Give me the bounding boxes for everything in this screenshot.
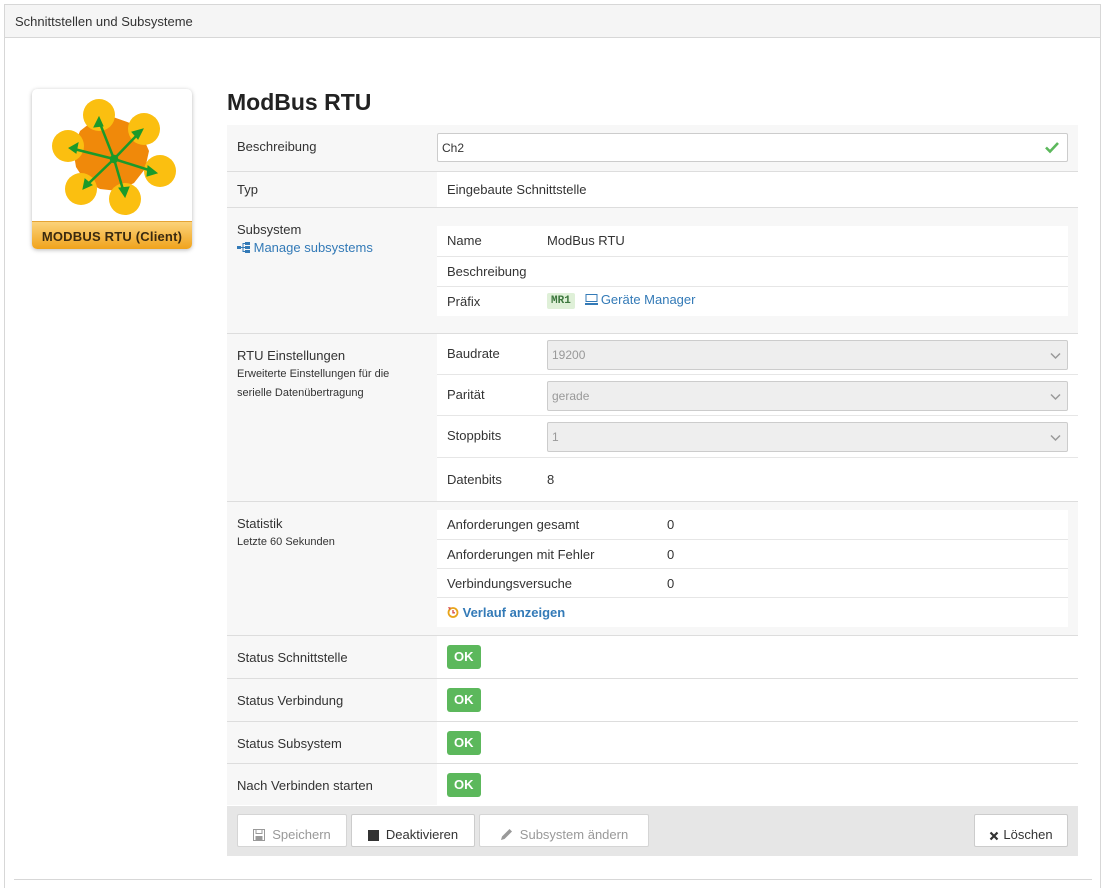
manage-subsystems-link[interactable]: Manage subsystems	[254, 240, 373, 255]
rtu-label: RTU Einstellungen	[237, 348, 346, 363]
rtu-label-cell: RTU Einstellungen Erweiterte Einstellung…	[227, 334, 437, 501]
stop-icon	[367, 830, 379, 841]
status-subsystem-label: Status Subsystem	[227, 722, 437, 763]
check-icon	[1045, 142, 1059, 154]
save-button[interactable]: Speichern	[237, 814, 347, 847]
stopbits-value: 1	[552, 430, 559, 444]
databits-value: 8	[547, 472, 555, 487]
row-description: Beschreibung	[227, 125, 1078, 171]
row-start-after-connect: Nach Verbinden starten OK	[227, 763, 1078, 805]
chevron-down-icon	[1050, 352, 1061, 360]
databits-label: Datenbits	[447, 472, 502, 487]
status-badge: OK	[447, 645, 481, 669]
stat-value: 0	[667, 576, 675, 591]
delete-button[interactable]: Löschen	[974, 814, 1068, 847]
sitemap-icon	[237, 242, 250, 253]
start-after-connect-label: Nach Verbinden starten	[227, 764, 437, 805]
subsystem-prefix-label: Präfix	[447, 294, 481, 309]
status-interface-label: Status Schnittstelle	[227, 636, 437, 678]
subsystem-label-cell: Subsystem Manage subsystems	[227, 208, 437, 333]
baudrate-label: Baudrate	[447, 346, 500, 361]
history-link[interactable]: Verlauf anzeigen	[463, 605, 566, 620]
list-item: Anforderungen gesamt 0	[437, 510, 1068, 539]
device-manager-link[interactable]: Geräte Manager	[601, 292, 696, 307]
row-status-connection: Status Verbindung OK	[227, 678, 1078, 721]
status-badge: OK	[447, 773, 481, 797]
list-item: Verbindungsversuche 0	[437, 568, 1068, 597]
status-badge: OK	[447, 731, 481, 755]
stopbits-select[interactable]: 1	[547, 422, 1068, 452]
stat-value: 0	[667, 547, 675, 562]
parity-value: gerade	[552, 389, 590, 403]
row-type: Typ Eingebaute Schnittstelle	[227, 171, 1078, 207]
history-row: Verlauf anzeigen	[437, 597, 1068, 627]
rtu-sub-1: Erweiterte Einstellungen für die	[237, 368, 390, 380]
properties-table: Beschreibung Typ Eingebaute Schnittstell…	[227, 125, 1078, 805]
subsystem-label: Subsystem	[237, 222, 302, 237]
bottom-divider	[14, 879, 1092, 880]
stat-label: Anforderungen gesamt	[447, 517, 580, 532]
change-subsystem-label: Subsystem ändern	[519, 827, 629, 842]
delete-label: Löschen	[1003, 827, 1053, 842]
parity-label: Parität	[447, 387, 485, 402]
modbus-network-icon	[52, 99, 176, 215]
row-rtu-settings: RTU Einstellungen Erweiterte Einstellung…	[227, 333, 1078, 501]
floppy-icon	[253, 829, 266, 841]
parity-select[interactable]: gerade	[547, 381, 1068, 411]
status-connection-label: Status Verbindung	[227, 679, 437, 721]
row-subsystem: Subsystem Manage subsystems Name ModBus …	[227, 207, 1078, 333]
status-badge: OK	[447, 688, 481, 712]
chevron-down-icon	[1050, 434, 1061, 442]
row-status-subsystem: Status Subsystem OK	[227, 721, 1078, 763]
subsystem-name-value: ModBus RTU	[547, 233, 625, 248]
type-label: Typ	[227, 172, 437, 207]
save-label: Speichern	[272, 827, 331, 842]
baudrate-value: 19200	[552, 348, 586, 362]
page-title: ModBus RTU	[227, 89, 372, 115]
change-subsystem-button[interactable]: Subsystem ändern	[479, 814, 649, 847]
history-icon	[447, 607, 459, 618]
row-statistics: Statistik Letzte 60 Sekunden Anforderung…	[227, 501, 1078, 635]
logo-caption: MODBUS RTU (Client)	[32, 221, 192, 249]
statistics-label-cell: Statistik Letzte 60 Sekunden	[227, 502, 437, 635]
stopbits-label: Stoppbits	[447, 428, 502, 443]
statistics-label: Statistik	[237, 516, 283, 531]
stat-label: Anforderungen mit Fehler	[447, 547, 595, 562]
statistics-details: Anforderungen gesamt 0 Anforderungen mit…	[437, 510, 1068, 627]
description-input[interactable]	[437, 133, 1068, 162]
prefix-badge: MR1	[547, 292, 575, 309]
subsystem-description-label: Beschreibung	[447, 264, 527, 279]
stat-value: 0	[667, 517, 675, 532]
rtu-sub-2: serielle Datenübertragung	[237, 387, 364, 399]
type-value: Eingebaute Schnittstelle	[447, 182, 587, 197]
chevron-down-icon	[1050, 393, 1061, 401]
subsystem-name-label: Name	[447, 233, 482, 248]
deactivate-button[interactable]: Deaktivieren	[351, 814, 475, 847]
pencil-icon	[500, 829, 512, 840]
baudrate-select[interactable]: 19200	[547, 340, 1068, 370]
list-item: Anforderungen mit Fehler 0	[437, 539, 1068, 568]
modbus-logo-card: MODBUS RTU (Client)	[32, 89, 192, 249]
close-icon	[990, 831, 999, 841]
panel-heading: Schnittstellen und Subsysteme	[5, 5, 1100, 38]
statistics-sub: Letzte 60 Sekunden	[237, 536, 335, 548]
monitor-icon	[584, 294, 598, 305]
subsystem-details: Name ModBus RTU Beschreibung Präfix MR1 …	[437, 226, 1068, 316]
row-status-interface: Status Schnittstelle OK	[227, 635, 1078, 678]
deactivate-label: Deaktivieren	[385, 827, 459, 842]
description-label: Beschreibung	[227, 125, 437, 171]
action-toolbar: Speichern Deaktivieren Subsystem ändern …	[227, 806, 1078, 856]
stat-label: Verbindungsversuche	[447, 576, 573, 591]
